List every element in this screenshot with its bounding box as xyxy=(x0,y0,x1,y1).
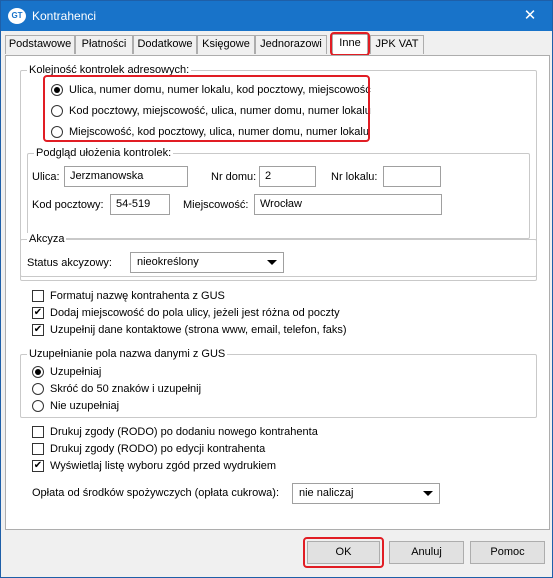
preview-label: Podgląd ułożenia kontrolek: xyxy=(34,147,174,159)
checkmark-icon[interactable]: ✔ xyxy=(32,307,44,319)
excise-status-value: nieokreślony xyxy=(137,256,199,268)
radio-button[interactable] xyxy=(32,400,44,412)
dialog-window: GT Kontrahenci ✕ Podstawowe Płatności Do… xyxy=(0,0,553,578)
tab-inne[interactable]: Inne xyxy=(332,34,368,55)
house-number-label: Nr domu: xyxy=(211,171,257,183)
radio-button-checked[interactable] xyxy=(32,366,44,378)
sugar-fee-select[interactable]: nie naliczaj xyxy=(292,483,440,504)
radio-label: Skróć do 50 znaków i uzupełnij xyxy=(50,383,202,395)
address-order-label: Kolejność kontrolek adresowych: xyxy=(27,64,192,76)
radio-label: Kod pocztowy, miejscowość, ulica, numer … xyxy=(69,105,371,117)
gus-fill-group: Uzupełnianie pola nazwa danymi z GUS Uzu… xyxy=(20,348,537,418)
dropdown-arrow-icon xyxy=(267,260,277,265)
close-button[interactable]: ✕ xyxy=(508,1,552,31)
sugar-fee-label: Opłata od środków spożywczych (opłata cu… xyxy=(32,487,279,499)
apartment-number-field[interactable] xyxy=(383,166,441,187)
help-button[interactable]: Pomoc xyxy=(470,541,545,564)
radio-label: Nie uzupełniaj xyxy=(50,400,120,412)
gus-fill-label: Uzupełnianie pola nazwa danymi z GUS xyxy=(27,348,228,360)
radio-label: Miejscowość, kod pocztowy, ulica, numer … xyxy=(69,126,369,138)
checkbox-label: Wyświetlaj listę wyboru zgód przed wydru… xyxy=(50,460,277,472)
radio-label: Ulica, numer domu, numer lokalu, kod poc… xyxy=(69,84,371,96)
checkmark-icon[interactable]: ✔ xyxy=(32,460,44,472)
excise-group: Akcyza Status akcyzowy: nieokreślony xyxy=(20,233,537,281)
excise-status-select[interactable]: nieokreślony xyxy=(130,252,284,273)
app-logo-icon: GT xyxy=(8,8,26,24)
postal-code-field[interactable]: 54-519 xyxy=(110,194,170,215)
apartment-number-label: Nr lokalu: xyxy=(331,171,378,183)
checkbox-unchecked[interactable] xyxy=(32,443,44,455)
dropdown-arrow-icon xyxy=(423,491,433,496)
tab-panel-inne: Kolejność kontrolek adresowych: Ulica, n… xyxy=(5,55,550,530)
radio-button[interactable] xyxy=(32,383,44,395)
sugar-fee-value: nie naliczaj xyxy=(299,487,354,499)
postal-code-label: Kod pocztowy: xyxy=(32,199,104,211)
tab-jpk-vat[interactable]: JPK VAT xyxy=(370,35,424,54)
checkmark-icon[interactable]: ✔ xyxy=(32,324,44,336)
radio-button[interactable] xyxy=(51,126,63,138)
window-title: Kontrahenci xyxy=(32,9,97,23)
ok-button[interactable]: OK xyxy=(307,541,380,564)
checkbox-unchecked[interactable] xyxy=(32,290,44,302)
house-number-field[interactable]: 2 xyxy=(259,166,316,187)
tab-jednorazowi[interactable]: Jednorazowi xyxy=(255,35,327,54)
radio-button-checked[interactable] xyxy=(51,84,63,96)
checkbox-label: Dodaj miejscowość do pola ulicy, jeżeli … xyxy=(50,307,340,319)
radio-label: Uzupełniaj xyxy=(50,366,102,378)
checkbox-label: Drukuj zgody (RODO) po dodaniu nowego ko… xyxy=(50,426,318,438)
city-label: Miejscowość: xyxy=(183,199,249,211)
street-field[interactable]: Jerzmanowska xyxy=(64,166,188,187)
tab-podstawowe[interactable]: Podstawowe xyxy=(5,35,75,54)
tab-dodatkowe[interactable]: Dodatkowe xyxy=(133,35,197,54)
tab-platnosci[interactable]: Płatności xyxy=(75,35,133,54)
preview-group: Podgląd ułożenia kontrolek: Ulica: Jerzm… xyxy=(27,147,530,239)
tab-strip: Podstawowe Płatności Dodatkowe Księgowe … xyxy=(5,32,550,56)
checkbox-unchecked[interactable] xyxy=(32,426,44,438)
excise-label: Akcyza xyxy=(27,233,67,245)
title-bar: GT Kontrahenci ✕ xyxy=(1,1,552,31)
street-label: Ulica: xyxy=(32,171,60,183)
checkbox-label: Formatuj nazwę kontrahenta z GUS xyxy=(50,290,225,302)
checkbox-label: Uzupełnij dane kontaktowe (strona www, e… xyxy=(50,324,347,336)
checkbox-label: Drukuj zgody (RODO) po edycji kontrahent… xyxy=(50,443,266,455)
city-field[interactable]: Wrocław xyxy=(254,194,442,215)
excise-status-label: Status akcyzowy: xyxy=(27,257,112,269)
tab-ksiegowe[interactable]: Księgowe xyxy=(197,35,255,54)
cancel-button[interactable]: Anuluj xyxy=(389,541,464,564)
radio-button[interactable] xyxy=(51,105,63,117)
